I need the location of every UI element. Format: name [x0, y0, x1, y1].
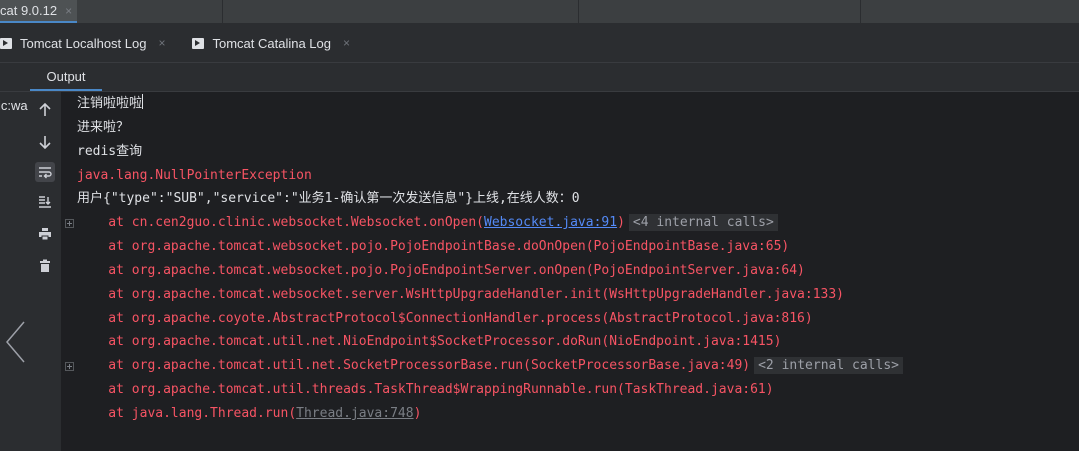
- run-tab-tomcat[interactable]: cat 9.0.12 ×: [0, 0, 77, 23]
- internal-calls-badge[interactable]: <4 internal calls>: [628, 214, 778, 231]
- output-tab-bar: t Output: [0, 63, 1079, 92]
- chevron-left-icon[interactable]: [4, 320, 28, 364]
- close-icon[interactable]: ×: [343, 36, 350, 50]
- stack-trace-line: at org.apache.tomcat.websocket.pojo.Pojo…: [77, 263, 805, 278]
- console-line: 注销啦啦啦: [77, 94, 144, 111]
- arrow-down-icon[interactable]: [35, 132, 55, 152]
- exception-line: java.lang.NullPointerException: [77, 168, 312, 183]
- tab-output[interactable]: Output: [30, 63, 102, 91]
- print-icon[interactable]: [35, 224, 55, 244]
- stack-trace-line: at org.apache.tomcat.util.net.NioEndpoin…: [77, 334, 782, 349]
- stack-trace-line: at org.apache.tomcat.websocket.pojo.Pojo…: [77, 239, 790, 254]
- console-line: redis查询: [77, 144, 143, 159]
- tab-server[interactable]: t: [0, 63, 30, 93]
- console-line: 用户{"type":"SUB","service":"业务1-确认第一次发送信息…: [77, 191, 580, 206]
- console-output[interactable]: 注销啦啦啦 进来啦？ redis查询 java.lang.NullPointer…: [61, 92, 1079, 451]
- stack-trace-line: at org.apache.tomcat.util.net.SocketProc…: [77, 355, 903, 377]
- tab-tomcat-catalina-log[interactable]: Tomcat Catalina Log ×: [192, 24, 350, 62]
- stack-trace-line: at org.apache.tomcat.websocket.server.Ws…: [77, 287, 845, 302]
- scroll-to-end-icon[interactable]: [35, 192, 55, 212]
- tab-tomcat-localhost-log[interactable]: Tomcat Localhost Log ×: [0, 24, 165, 62]
- stack-trace-line: at org.apache.tomcat.util.threads.TaskTh…: [77, 382, 774, 397]
- deployment-tree: ic:wa: [0, 92, 30, 451]
- terminal-icon: [0, 37, 12, 49]
- run-tab-bar: cat 9.0.12 ×: [0, 0, 1079, 23]
- close-icon[interactable]: ×: [158, 36, 165, 50]
- text-caret: [142, 94, 144, 109]
- terminal-icon: [192, 37, 205, 49]
- tab-label: Tomcat Catalina Log: [212, 35, 331, 51]
- run-tab-label: cat 9.0.12: [0, 3, 58, 18]
- arrow-up-icon[interactable]: [35, 100, 55, 120]
- trash-icon[interactable]: [35, 256, 55, 276]
- internal-calls-badge[interactable]: <2 internal calls>: [754, 357, 903, 374]
- fold-toggle-icon[interactable]: [65, 219, 74, 228]
- tab-label: Output: [46, 68, 86, 84]
- soft-wrap-icon[interactable]: [35, 162, 55, 182]
- tab-label: Tomcat Localhost Log: [20, 35, 147, 51]
- fold-toggle-icon[interactable]: [65, 362, 74, 371]
- source-link[interactable]: Thread.java:748: [296, 406, 413, 421]
- stack-trace-line: at cn.cen2guo.clinic.websocket.Websocket…: [77, 212, 778, 234]
- stack-trace-line: at org.apache.coyote.AbstractProtocol$Co…: [77, 311, 813, 326]
- close-icon[interactable]: ×: [65, 4, 72, 18]
- source-link[interactable]: Websocket.java:91: [484, 215, 617, 230]
- console-line: 进来啦？: [77, 120, 130, 135]
- stack-trace-line: at java.lang.Thread.run(Thread.java:748): [77, 406, 422, 421]
- console-toolbar: [30, 92, 60, 451]
- run-tool-window: cat 9.0.12 × Tomcat Localhost Log × Tomc…: [0, 0, 1079, 451]
- log-tab-bar: Tomcat Localhost Log × Tomcat Catalina L…: [0, 24, 1079, 63]
- tree-item-label[interactable]: ic:wa: [0, 98, 28, 113]
